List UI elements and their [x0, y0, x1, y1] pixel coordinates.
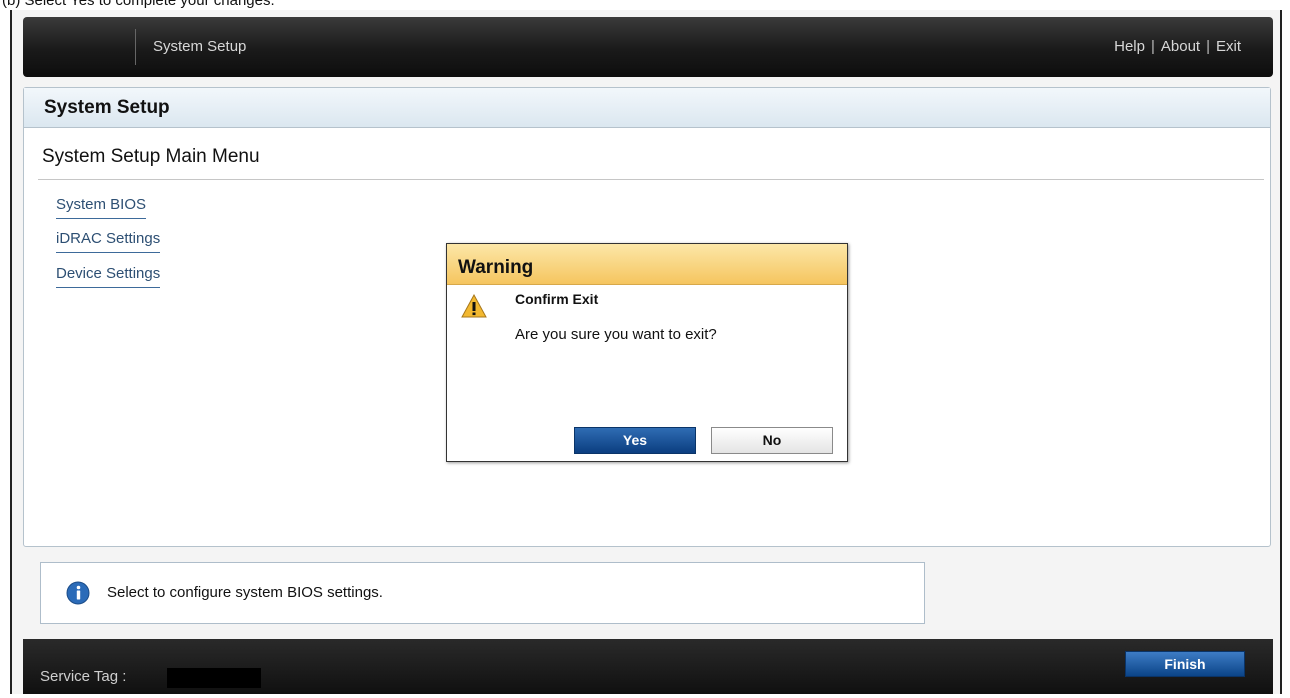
menu-item-system-bios[interactable]: System BIOS [56, 196, 147, 219]
about-link[interactable]: About [1161, 38, 1200, 55]
figure-caption-text: (b) Select Yes to complete your changes. [2, 0, 275, 9]
figure-caption: (b) Select Yes to complete your changes. [0, 0, 1290, 10]
warning-dialog: Warning Confirm Exit Are you sure you wa… [446, 243, 848, 462]
service-tag-value [167, 668, 261, 688]
finish-button[interactable]: Finish [1125, 651, 1245, 677]
service-tag-label: Service Tag : [40, 668, 127, 685]
help-box: Select to configure system BIOS settings… [40, 562, 925, 624]
menu-item-device-settings[interactable]: Device Settings [56, 265, 161, 288]
top-bar: System Setup Help | About | Exit [23, 17, 1273, 77]
dialog-title: Warning [447, 244, 847, 285]
warning-icon [461, 294, 487, 318]
menu-item-idrac-settings[interactable]: iDRAC Settings [56, 230, 161, 253]
menu-title: System Setup Main Menu [42, 146, 260, 167]
header-links: Help | About | Exit [1114, 38, 1241, 55]
bottom-bar: Service Tag : Finish [23, 639, 1273, 694]
help-link[interactable]: Help [1114, 38, 1145, 55]
dialog-message: Are you sure you want to exit? [515, 326, 717, 343]
no-button[interactable]: No [711, 427, 833, 454]
top-bar-divider [135, 29, 136, 65]
link-separator: | [1150, 38, 1155, 55]
info-icon [66, 581, 90, 605]
menu-title-divider [38, 179, 1264, 180]
yes-button[interactable]: Yes [574, 427, 696, 454]
help-text: Select to configure system BIOS settings… [107, 584, 383, 601]
app-title: System Setup [153, 38, 247, 55]
link-separator: | [1206, 38, 1210, 55]
panel-title: System Setup [24, 88, 1270, 128]
exit-link[interactable]: Exit [1216, 38, 1241, 55]
dialog-subject: Confirm Exit [515, 291, 599, 307]
